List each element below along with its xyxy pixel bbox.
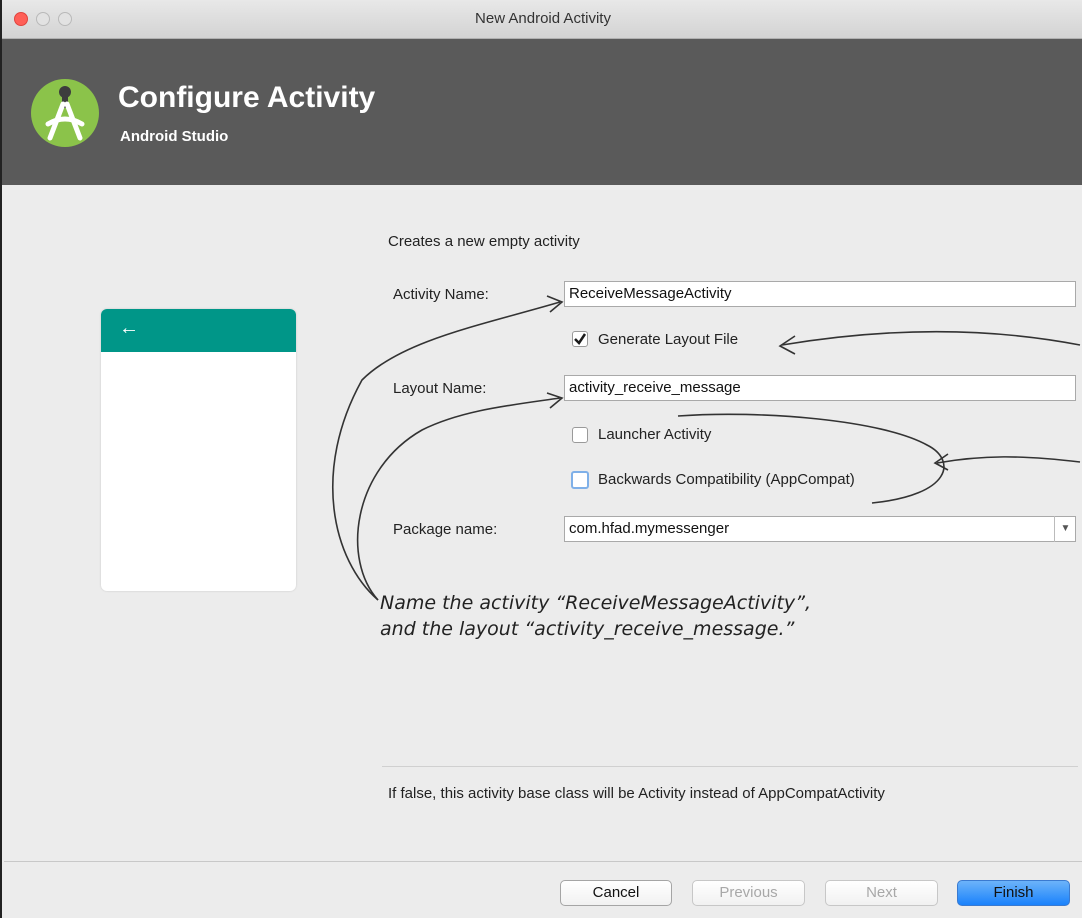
launcher-activity-checkbox[interactable] [572,427,588,443]
title-bar: New Android Activity [2,0,1082,39]
handwritten-annotation: Name the activity “ReceiveMessageActivit… [380,590,811,642]
backwards-compat-label: Backwards Compatibility (AppCompat) [598,471,855,488]
page-title: Configure Activity [118,81,376,114]
checkmark-icon [574,333,587,345]
page-subtitle: Android Studio [120,128,229,145]
dialog-window: New Android Activity Configure Activity … [0,0,1082,918]
activity-description: Creates a new empty activity [388,233,580,250]
package-name-label: Package name: [393,521,498,538]
launcher-activity-label: Launcher Activity [598,426,712,443]
cancel-button[interactable]: Cancel [560,880,672,906]
footer-divider [4,861,1082,862]
android-studio-logo-icon [31,79,99,147]
divider [382,766,1078,767]
preview-app-bar: ← [101,309,296,352]
annotation-line-1: Name the activity “ReceiveMessageActivit… [380,592,812,614]
chevron-down-icon[interactable]: ▼ [1054,516,1076,542]
hint-text: If false, this activity base class will … [388,785,885,802]
layout-name-label: Layout Name: [393,380,487,397]
activity-name-input[interactable]: ReceiveMessageActivity [564,281,1076,307]
layout-name-input[interactable]: activity_receive_message [564,375,1076,401]
previous-button[interactable]: Previous [692,880,805,906]
finish-button[interactable]: Finish [957,880,1070,906]
window-title: New Android Activity [475,10,611,27]
activity-preview: ← [101,309,296,591]
next-button[interactable]: Next [825,880,938,906]
generate-layout-label: Generate Layout File [598,331,739,348]
generate-layout-checkbox[interactable] [572,331,588,347]
backwards-compat-checkbox[interactable] [571,471,589,489]
back-arrow-icon: ← [119,317,139,339]
package-name-combo[interactable]: com.hfad.mymessenger [564,516,1076,542]
annotation-line-2: and the layout “activity_receive_message… [380,618,795,640]
activity-name-label: Activity Name: [393,286,489,303]
